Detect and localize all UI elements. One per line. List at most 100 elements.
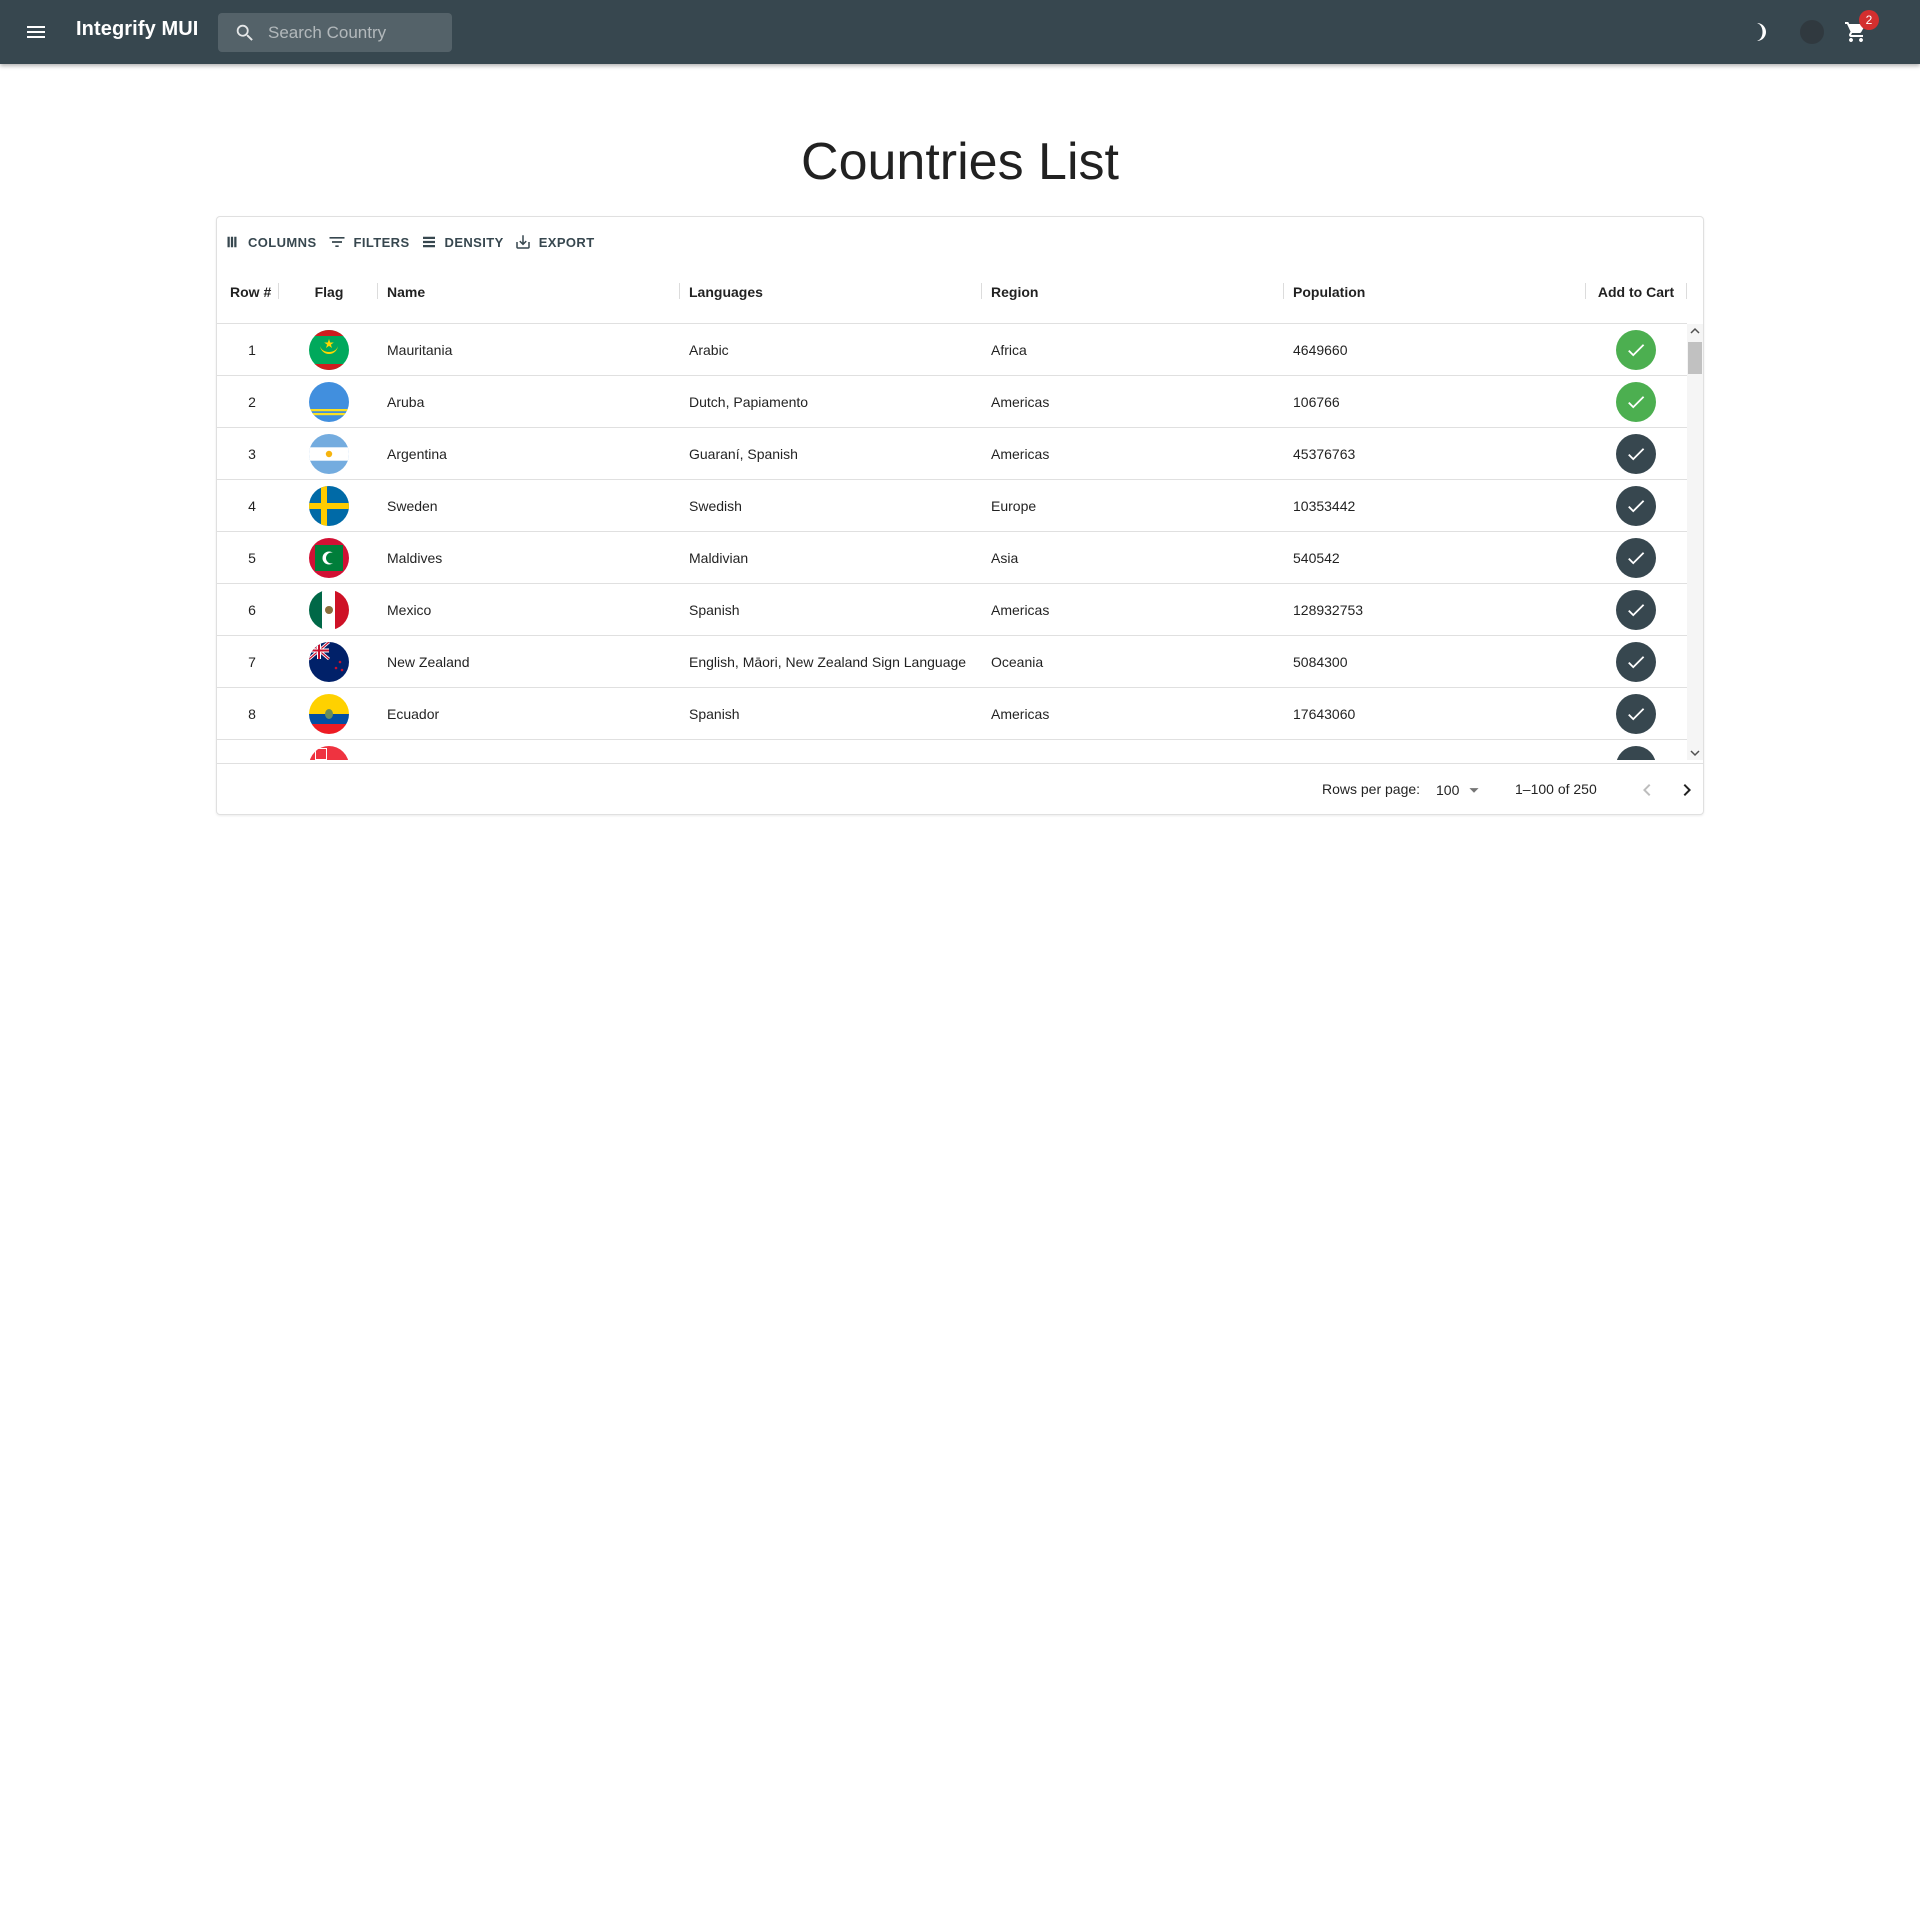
header-name[interactable]: Name — [387, 261, 667, 323]
countries-data-grid: COLUMNS FILTERS DENSITY EXPORT Row # Fla… — [216, 216, 1704, 815]
column-separator[interactable] — [1686, 283, 1687, 299]
header-add-to-cart[interactable]: Add to Cart — [1586, 261, 1686, 323]
row-number: 7 — [248, 654, 256, 670]
aruba-flag-icon — [309, 382, 349, 422]
column-separator[interactable] — [1283, 283, 1284, 299]
flag-cell — [279, 688, 379, 740]
rows-per-page-select[interactable]: 100 — [1436, 779, 1485, 801]
header-languages[interactable]: Languages — [689, 261, 969, 323]
add-to-cart-button[interactable] — [1616, 590, 1656, 630]
header-flag[interactable]: Flag — [279, 261, 379, 323]
grid-toolbar: COLUMNS FILTERS DENSITY EXPORT — [223, 229, 605, 255]
filters-label: FILTERS — [353, 234, 410, 250]
scrollbar-thumb[interactable] — [1688, 342, 1702, 374]
filters-button[interactable]: FILTERS — [327, 232, 410, 252]
search-input[interactable] — [266, 21, 450, 44]
country-population: 106766 — [1293, 394, 1340, 410]
check-icon — [1628, 396, 1645, 409]
columns-label: COLUMNS — [248, 234, 317, 250]
check-icon — [1625, 755, 1647, 760]
app-title: Integrify MUI — [76, 18, 199, 40]
scroll-up-button[interactable] — [1687, 324, 1703, 338]
add-to-cart-button[interactable] — [1616, 746, 1656, 760]
table-row[interactable]: 5 Maldives Maldivian Asia 540542 — [217, 532, 1687, 584]
search-box[interactable] — [218, 13, 452, 52]
check-icon — [1628, 604, 1645, 617]
header-region[interactable]: Region — [991, 261, 1271, 323]
country-languages: Guaraní, Spanish — [689, 446, 798, 462]
header-row-number[interactable]: Row # — [230, 261, 274, 323]
country-region: Americas — [991, 446, 1050, 462]
menu-icon — [27, 26, 45, 38]
add-to-cart-button[interactable] — [1616, 642, 1656, 682]
add-to-cart-button[interactable] — [1616, 330, 1656, 370]
wallis-and-futuna-flag-icon — [309, 746, 349, 760]
table-row[interactable]: 2 Aruba Dutch, Papiamento Americas 10676… — [217, 376, 1687, 428]
table-row[interactable]: 8 Ecuador Spanish Americas 17643060 — [217, 688, 1687, 740]
density-label: DENSITY — [444, 234, 504, 250]
column-separator[interactable] — [377, 283, 378, 299]
density-icon — [422, 236, 435, 248]
table-row[interactable]: 7 New Zealand English, Māori, New Zealan… — [217, 636, 1687, 688]
country-languages: Maldivian — [689, 550, 749, 566]
row-number: 2 — [248, 394, 256, 410]
theme-toggle-button[interactable] — [1746, 18, 1774, 46]
country-languages: Arabic — [689, 342, 729, 358]
density-button[interactable]: DENSITY — [420, 233, 504, 251]
table-row[interactable]: 4 Sweden Swedish Europe 10353442 — [217, 480, 1687, 532]
table-row[interactable]: 6 Mexico Spanish Americas 128932753 — [217, 584, 1687, 636]
country-population: 17643060 — [1293, 706, 1356, 722]
country-languages: Swedish — [689, 498, 742, 514]
flag-cell — [279, 532, 379, 584]
flag-cell — [279, 428, 379, 480]
grid-footer: Rows per page: 100 1–100 of 250 — [217, 763, 1703, 816]
scroll-down-button[interactable] — [1687, 746, 1703, 760]
country-languages: Spanish — [689, 602, 740, 618]
country-name: Mauritania — [387, 342, 453, 358]
table-row[interactable]: 1 Mauritania Arabic Africa 4649660 — [217, 324, 1687, 376]
country-name: Sweden — [387, 498, 438, 514]
table-row[interactable]: 3 Argentina Guaraní, Spanish Americas 45… — [217, 428, 1687, 480]
check-icon — [1628, 552, 1645, 565]
country-name: Ecuador — [387, 706, 440, 722]
add-to-cart-button[interactable] — [1616, 434, 1656, 474]
country-region: Africa — [991, 342, 1027, 358]
export-button[interactable]: EXPORT — [514, 233, 595, 251]
scroll-up-arrow-icon — [1690, 327, 1700, 334]
header-population[interactable]: Population — [1293, 261, 1573, 323]
rows-per-page-label: Rows per page: — [1322, 781, 1421, 797]
country-region: Europe — [991, 498, 1037, 514]
column-separator[interactable] — [981, 283, 982, 299]
cart-cell — [1586, 688, 1686, 740]
country-name: New Zealand — [387, 654, 470, 670]
menu-button[interactable] — [20, 16, 52, 48]
ecuador-flag-icon — [309, 694, 349, 734]
download-icon — [515, 235, 530, 249]
table-row[interactable]: 9 Wallis and Futuna French Oceania 11750 — [217, 740, 1687, 760]
country-name: Argentina — [387, 446, 447, 462]
next-page-button[interactable] — [1675, 778, 1699, 802]
add-to-cart-button[interactable] — [1616, 694, 1656, 734]
new-zealand-flag-icon — [309, 642, 349, 682]
column-separator[interactable] — [679, 283, 680, 299]
cart-cell — [1586, 636, 1686, 688]
country-population: 128932753 — [1293, 602, 1364, 618]
add-to-cart-button[interactable] — [1616, 382, 1656, 422]
country-region: Americas — [991, 394, 1050, 410]
country-region: Americas — [991, 602, 1050, 618]
row-number: 9 — [230, 740, 274, 760]
flag-cell — [279, 324, 379, 376]
loading-avatar — [1800, 20, 1824, 44]
country-languages: English, Māori, New Zealand Sign Languag… — [689, 654, 967, 670]
dropdown-arrow-icon — [1469, 788, 1479, 793]
vertical-scrollbar[interactable] — [1687, 324, 1703, 760]
add-to-cart-button[interactable] — [1616, 486, 1656, 526]
row-number: 6 — [248, 602, 256, 618]
previous-page-button[interactable] — [1635, 778, 1659, 802]
country-languages: Spanish — [689, 706, 740, 722]
column-header-row: Row # Flag Name Languages Region Populat… — [217, 261, 1687, 324]
add-to-cart-button[interactable] — [1616, 538, 1656, 578]
columns-button[interactable]: COLUMNS — [223, 233, 317, 251]
country-region: Oceania — [991, 654, 1044, 670]
row-number: 1 — [248, 342, 256, 358]
